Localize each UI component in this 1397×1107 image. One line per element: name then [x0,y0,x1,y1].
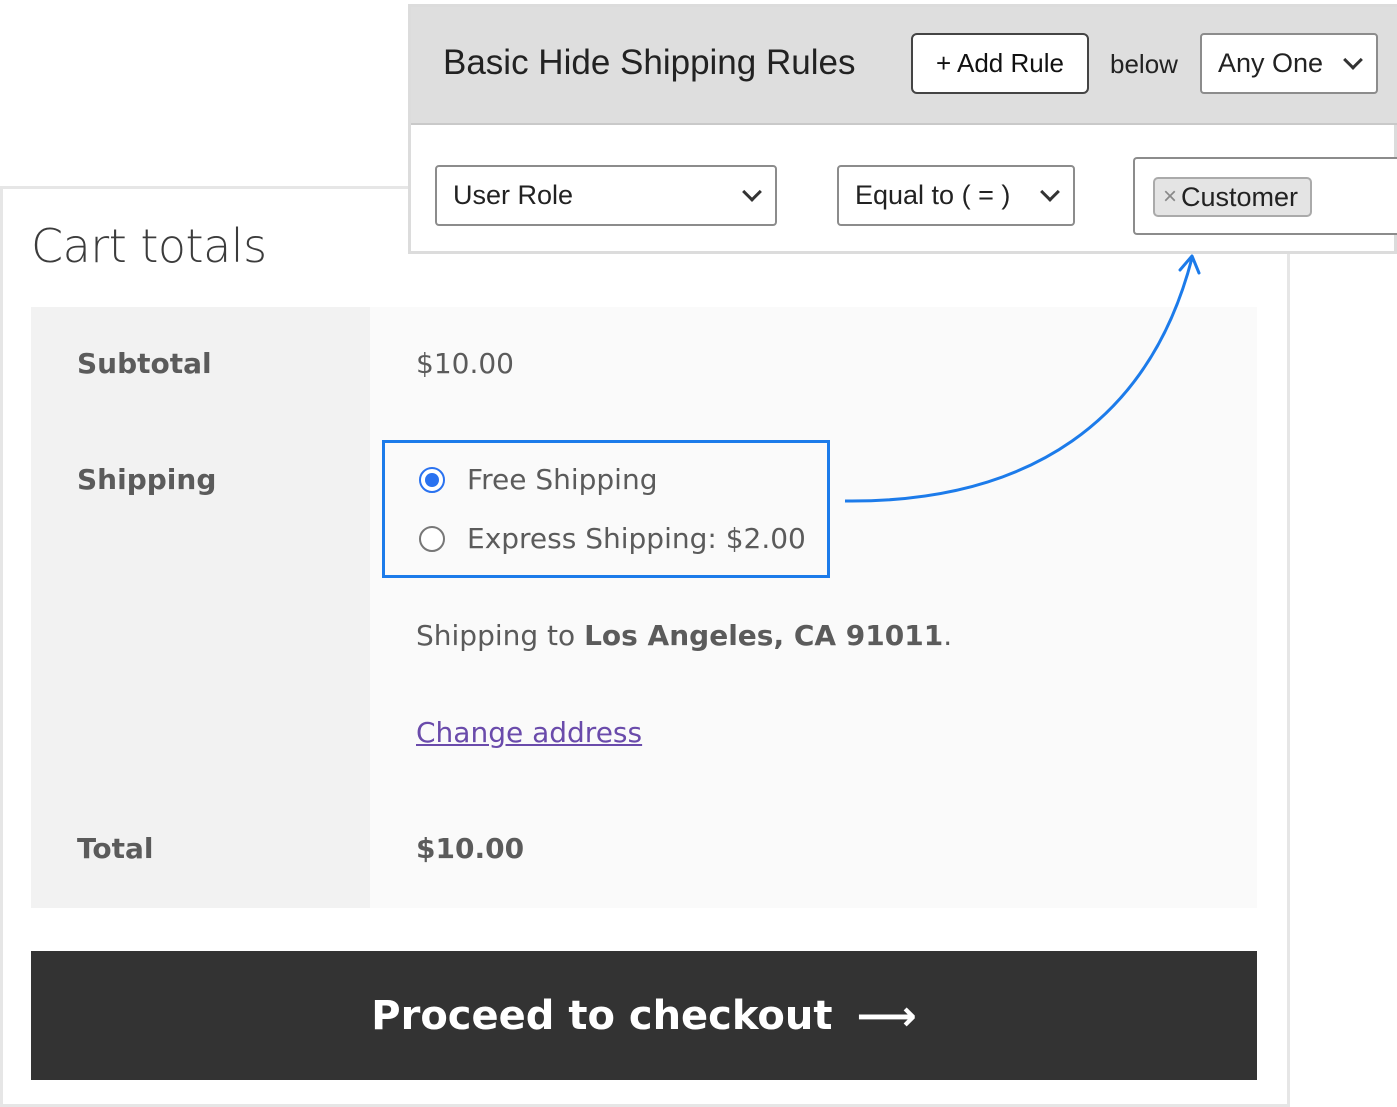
shipping-label: Shipping [77,463,217,496]
cart-totals-card: Cart totals Subtotal $10.00 Shipping Fre… [0,186,1290,1107]
customer-tag: × Customer [1153,177,1313,217]
total-label: Total [77,832,154,865]
chevron-down-icon [1344,53,1360,69]
chevron-down-icon [743,185,759,201]
shipping-option-label: Free Shipping [467,463,658,496]
shipping-option-label: Express Shipping: $2.00 [467,522,806,555]
rules-header: Basic Hide Shipping Rules + Add Rule bel… [411,7,1397,125]
value-column [370,307,1257,908]
shipping-destination: Shipping to Los Angeles, CA 91011. [416,619,952,652]
change-address-link[interactable]: Change address [416,716,642,749]
radio-unchecked-icon[interactable] [419,525,445,552]
shipping-to-suffix: . [943,619,953,652]
radio-checked-icon[interactable] [419,466,445,493]
rules-title: Basic Hide Shipping Rules [443,43,856,82]
condition-field-select[interactable]: User Role [435,165,777,226]
shipping-option-express[interactable]: Express Shipping: $2.00 [419,522,806,555]
shipping-location: Los Angeles, CA 91011 [584,619,944,652]
add-rule-button[interactable]: + Add Rule [911,33,1089,94]
match-type-value: Any One [1218,48,1324,78]
totals-table: Subtotal $10.00 Shipping Free Shipping E… [31,307,1257,908]
shipping-option-free[interactable]: Free Shipping [419,463,657,496]
subtotal-label: Subtotal [77,347,212,380]
proceed-to-checkout-button[interactable]: Proceed to checkout ⟶ [31,951,1257,1080]
subtotal-value: $10.00 [416,347,514,380]
chevron-down-icon [1041,185,1057,201]
cart-totals-title: Cart totals [31,219,267,273]
condition-operator-select[interactable]: Equal to ( = ) [837,165,1075,226]
arrow-right-icon: ⟶ [856,991,917,1040]
shipping-options-highlight: Free Shipping Express Shipping: $2.00 [382,440,830,578]
tag-label: Customer [1181,181,1299,212]
hide-shipping-rules-panel: Basic Hide Shipping Rules + Add Rule bel… [408,4,1397,254]
checkout-label: Proceed to checkout [371,992,833,1039]
condition-operator-value: Equal to ( = ) [855,180,1011,210]
shipping-to-prefix: Shipping to [416,619,585,652]
label-column [31,307,370,908]
condition-field-value: User Role [453,180,574,210]
condition-value-multiselect[interactable]: × Customer [1133,157,1397,235]
below-label: below [1110,49,1178,79]
remove-tag-icon[interactable]: × [1163,183,1177,211]
total-value: $10.00 [416,832,525,865]
match-type-select[interactable]: Any One [1200,33,1378,94]
